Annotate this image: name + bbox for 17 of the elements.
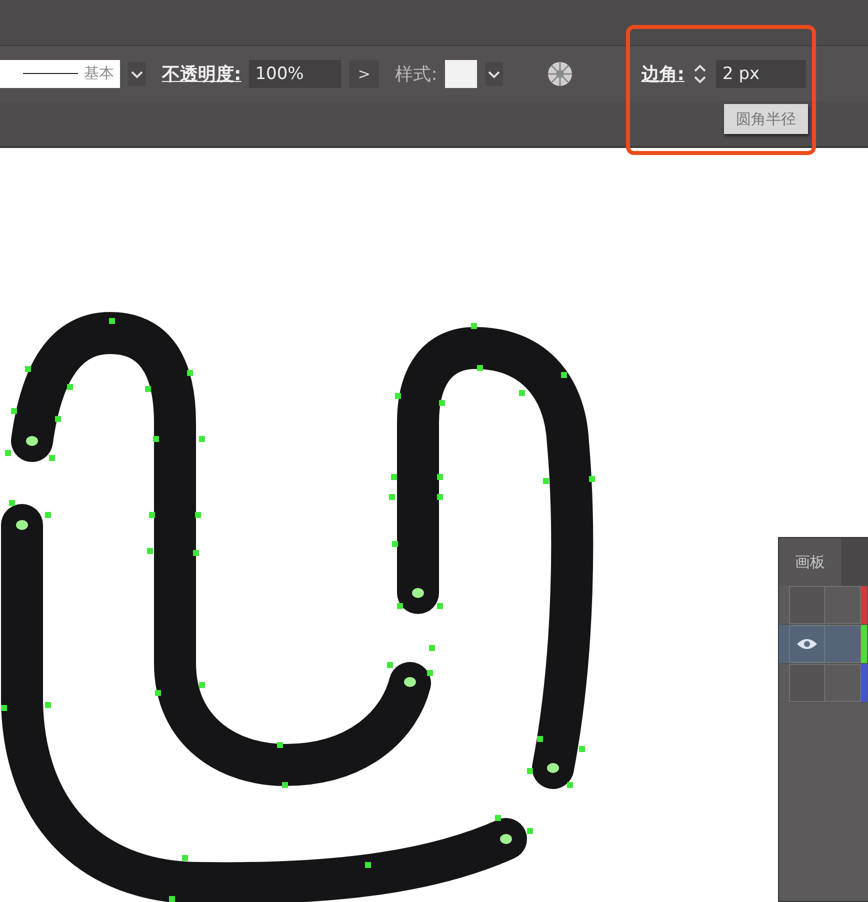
stroke-style-dropdown[interactable]: 基本 — [0, 60, 120, 88]
tooltip: 圆角半径 — [724, 104, 808, 134]
visibility-toggle[interactable] — [789, 625, 825, 663]
corner-radius-field[interactable]: 2 px — [716, 60, 806, 88]
style-label: 样式: — [395, 62, 438, 86]
opacity-label: 不透明度: — [162, 62, 242, 86]
opacity-field[interactable]: 100% — [249, 60, 342, 88]
expand-button[interactable]: > — [349, 60, 380, 88]
visibility-toggle[interactable] — [789, 664, 825, 702]
layer-row[interactable] — [779, 625, 868, 664]
panel-tab[interactable]: 画板 — [779, 538, 841, 586]
style-swatch[interactable] — [445, 60, 478, 88]
eye-icon[interactable] — [796, 637, 818, 651]
chevron-down-icon[interactable] — [485, 62, 504, 86]
corner-label: 边角: — [641, 62, 684, 86]
chevron-down-icon[interactable] — [128, 62, 146, 86]
visibility-toggle[interactable] — [789, 586, 825, 624]
